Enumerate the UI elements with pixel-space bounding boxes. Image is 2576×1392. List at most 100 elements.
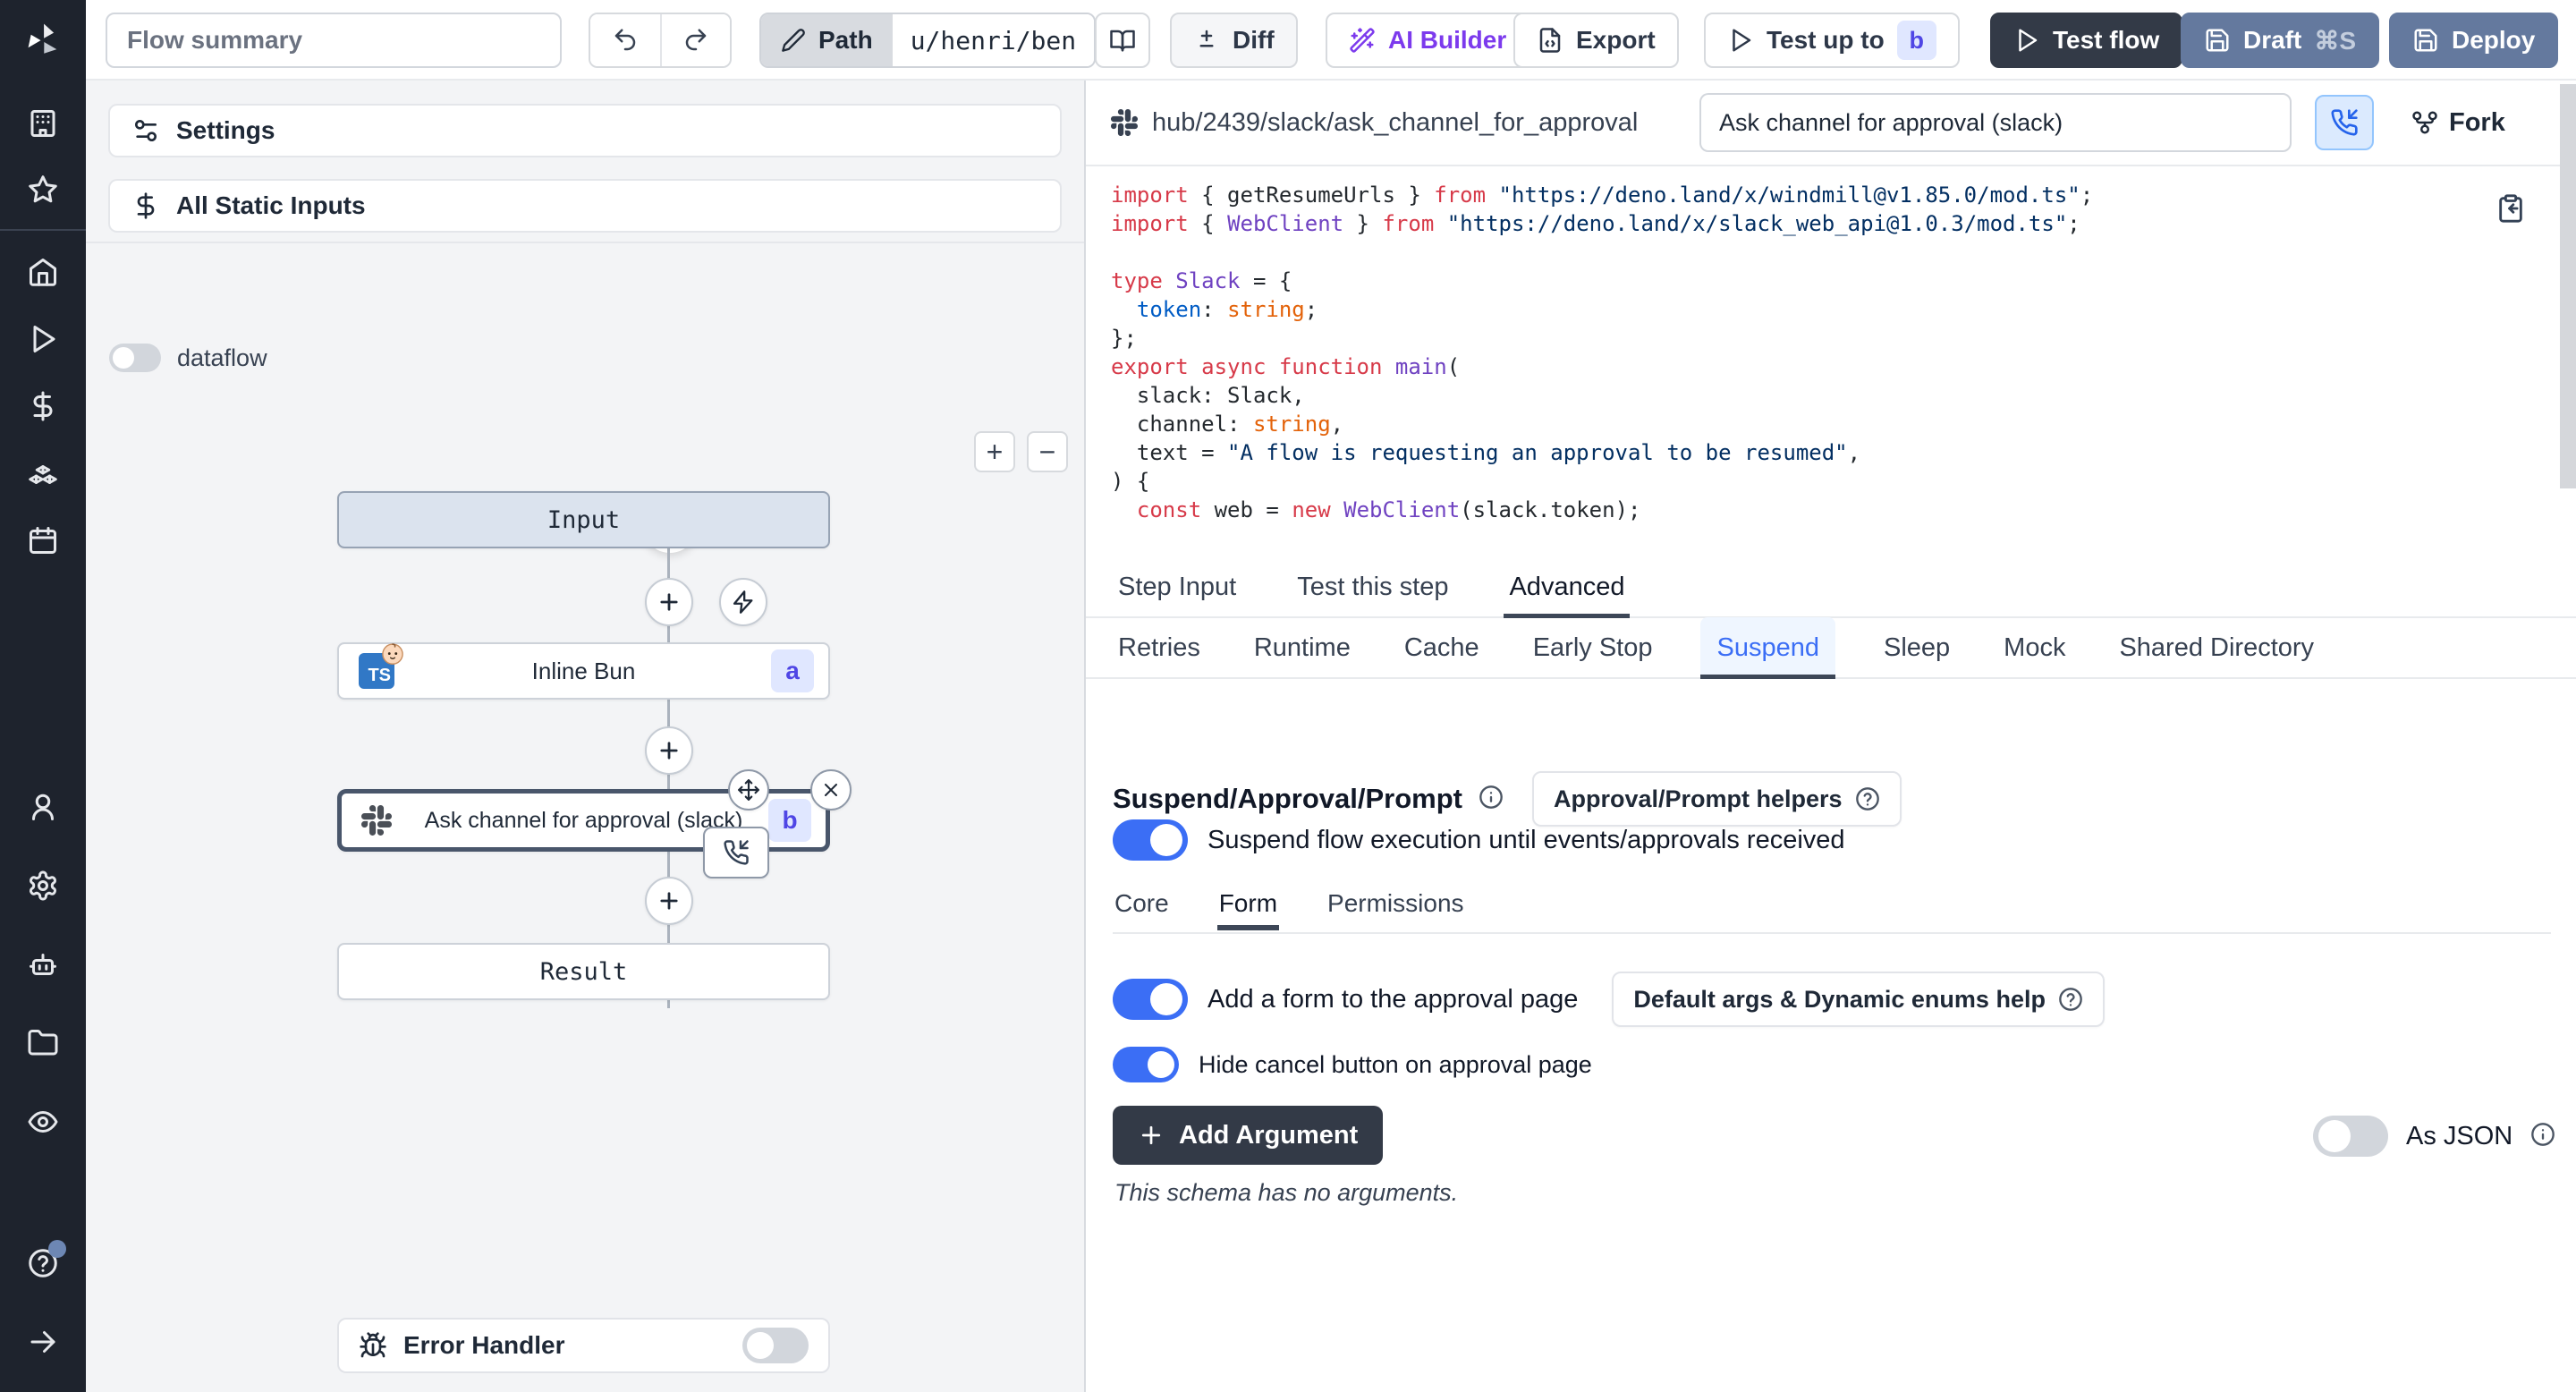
dataflow-toggle[interactable] [109,344,161,372]
draft-button[interactable]: Draft ⌘S [2181,13,2379,68]
step-node-b-label: Ask channel for approval (slack) [425,808,743,834]
test-flow-button[interactable]: Test flow [1990,13,2182,68]
test-up-to-button[interactable]: Test up to b [1704,13,1960,68]
add-form-toggle[interactable] [1113,979,1188,1020]
pencil-icon [781,28,806,53]
tab-permissions[interactable]: Permissions [1326,882,1465,930]
default-args-help-button[interactable]: Default args & Dynamic enums help [1612,972,2105,1027]
hide-cancel-toggle[interactable] [1113,1047,1179,1082]
test-up-to-step-badge: b [1897,21,1936,60]
zoom-in-button[interactable]: + [974,431,1015,472]
suspend-flow-toggle-label: Suspend flow execution until events/appr… [1208,826,1845,855]
error-handler-toggle[interactable] [742,1328,809,1363]
delete-step-button[interactable] [810,769,852,811]
zap-icon [731,590,756,615]
redo-button[interactable] [660,14,730,66]
advanced-tabs: Retries Runtime Cache Early Stop Suspend… [1086,617,2576,679]
file-export-icon [1537,27,1563,54]
user-icon[interactable] [16,780,70,834]
move-icon [737,778,760,802]
docs-book-button[interactable] [1095,13,1150,68]
resources-boxes-icon[interactable] [16,446,70,500]
add-step-button[interactable] [645,877,693,925]
plus-icon [657,888,682,913]
clipboard-paste-icon[interactable] [2496,193,2526,228]
path-value: u/henri/ben [893,14,1094,66]
topbar: Path u/henri/ben Diff AI Builder Export … [86,0,2576,81]
help-circle-icon [2058,987,2083,1012]
move-step-button[interactable] [728,769,769,811]
folders-icon[interactable] [16,1016,70,1070]
variables-dollar-icon[interactable] [16,379,70,433]
suspend-phone-badge[interactable] [703,827,769,878]
info-icon[interactable] [1479,785,1504,814]
suspend-flow-toggle[interactable] [1113,819,1188,861]
approval-prompt-helpers-button[interactable]: Approval/Prompt helpers [1532,771,1902,827]
suspend-phone-button[interactable] [2315,95,2374,150]
error-handler-card[interactable]: Error Handler [337,1318,830,1373]
tab-advanced[interactable]: Advanced [1504,556,1630,616]
tab-sleep[interactable]: Sleep [1878,617,1955,677]
save-icon [2204,27,2231,54]
step-name-input[interactable] [1699,93,2292,152]
add-step-button[interactable] [645,726,693,775]
help-icon[interactable] [16,1236,70,1290]
workspace-building-icon[interactable] [16,97,70,150]
runs-play-icon[interactable] [16,312,70,366]
info-icon[interactable] [2530,1122,2555,1151]
step-node-a[interactable]: TS Inline Bun a [337,642,830,700]
tab-suspend[interactable]: Suspend [1700,617,1835,677]
slack-icon [361,805,392,836]
undo-redo-group [589,13,732,68]
flow-summary-input[interactable] [106,13,562,68]
collapse-arrow-right-icon[interactable] [16,1315,70,1369]
favorites-star-icon[interactable] [16,163,70,216]
scrollbar-thumb[interactable] [2560,84,2576,488]
tab-early-stop[interactable]: Early Stop [1528,617,1658,677]
add-step-button[interactable] [645,578,693,626]
fork-button[interactable]: Fork [2411,97,2505,149]
tab-cache[interactable]: Cache [1399,617,1485,677]
tab-core[interactable]: Core [1113,882,1171,930]
undo-button[interactable] [590,14,660,66]
ai-builder-button[interactable]: AI Builder [1326,13,1530,68]
settings-gear-icon[interactable] [16,859,70,912]
export-button[interactable]: Export [1513,13,1679,68]
audit-eye-icon[interactable] [16,1095,70,1149]
flow-settings-button[interactable]: Settings [108,104,1062,157]
sidebar [0,0,86,1392]
as-json-toggle[interactable] [2313,1116,2388,1157]
save-icon [2412,27,2439,54]
diff-button[interactable]: Diff [1170,13,1298,68]
add-argument-button[interactable]: Add Argument [1113,1106,1383,1165]
all-static-inputs-button[interactable]: All Static Inputs [108,179,1062,233]
deploy-button[interactable]: Deploy [2389,13,2558,68]
hub-path[interactable]: hub/2439/slack/ask_channel_for_approval [1111,108,1638,138]
tab-retries[interactable]: Retries [1113,617,1206,677]
tab-form[interactable]: Form [1217,882,1279,930]
workers-robot-icon[interactable] [16,938,70,991]
graph-canvas[interactable]: dataflow + − Input TS [86,242,1084,1392]
tab-shared-directory[interactable]: Shared Directory [2114,617,2319,677]
path-label: Path [818,26,873,55]
tab-runtime[interactable]: Runtime [1249,617,1356,677]
tab-mock[interactable]: Mock [1998,617,2071,677]
hide-cancel-toggle-label: Hide cancel button on approval page [1199,1051,1592,1079]
path-label-segment: Path [761,14,893,66]
path-button[interactable]: Path u/henri/ben [759,13,1096,68]
dollar-icon [131,191,160,220]
result-node[interactable]: Result [337,943,830,1000]
windmill-logo-icon[interactable] [0,0,86,81]
input-node[interactable]: Input [337,491,830,548]
home-icon[interactable] [16,245,70,299]
code-content: import { getResumeUrls } from "https://d… [1111,181,2093,524]
play-icon [1727,27,1754,54]
zoom-out-button[interactable]: − [1027,431,1068,472]
tab-test-this-step[interactable]: Test this step [1292,556,1453,616]
tab-step-input[interactable]: Step Input [1113,556,1241,616]
sliders-icon [131,116,160,145]
add-form-toggle-label: Add a form to the approval page [1208,985,1578,1014]
add-trigger-button[interactable] [719,578,767,626]
schedules-calendar-icon[interactable] [16,514,70,567]
code-editor[interactable]: import { getResumeUrls } from "https://d… [1086,168,2576,556]
